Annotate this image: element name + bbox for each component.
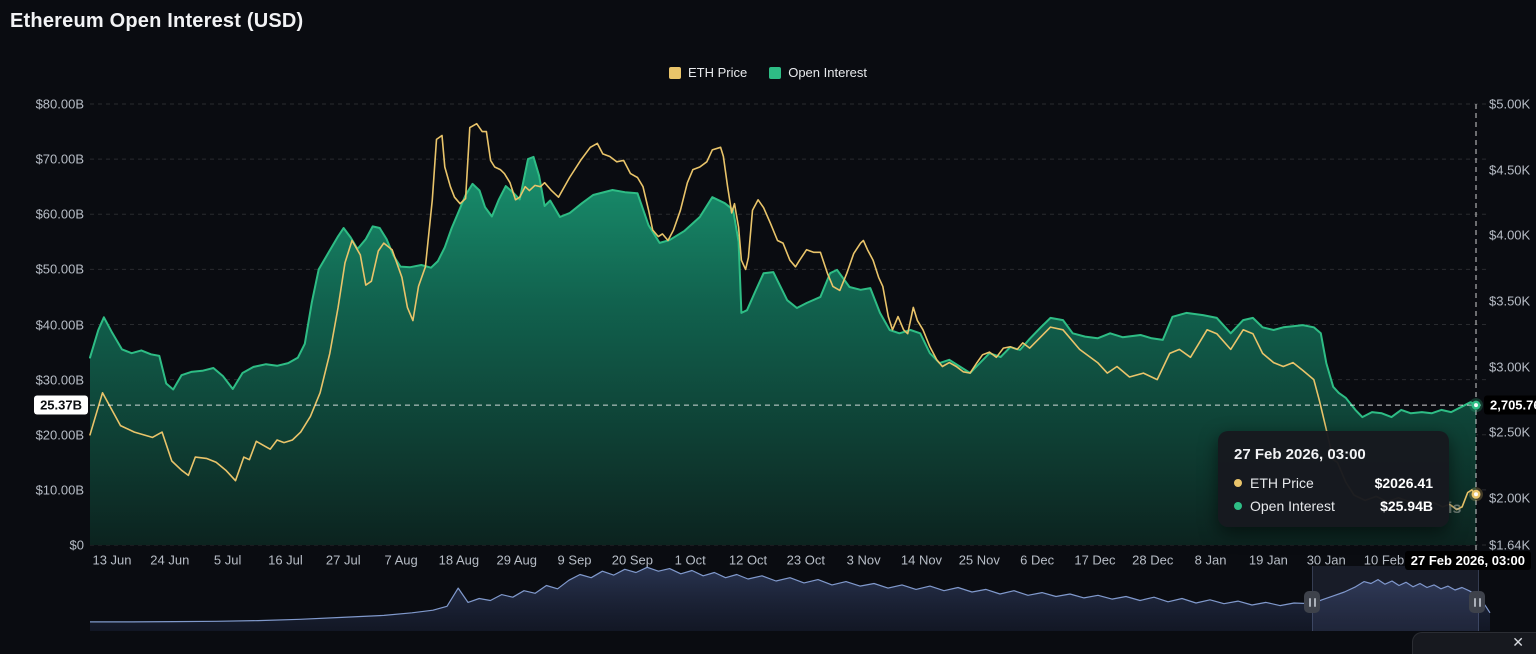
tooltip-value-open-interest: $25.94B [1380, 498, 1433, 514]
handle-grip-icon [1474, 598, 1476, 607]
x-axis-label: 24 Jun [150, 553, 189, 568]
tooltip-label-open-interest: Open Interest [1250, 498, 1335, 514]
close-icon[interactable]: ✕ [1512, 634, 1524, 651]
legend: ETH Price Open Interest [0, 65, 1536, 80]
x-axis-label: 8 Jan [1195, 553, 1227, 568]
x-axis-label: 18 Aug [439, 553, 480, 568]
tooltip-row-open-interest: Open Interest $25.94B [1234, 498, 1433, 514]
handle-grip-icon [1479, 598, 1481, 607]
x-axis-label: 29 Aug [496, 553, 537, 568]
legend-item-open-interest[interactable]: Open Interest [769, 65, 867, 80]
eth-price-swatch-icon [669, 67, 681, 79]
navigator-handle-left[interactable] [1304, 591, 1320, 613]
watermark-fragment: is [1448, 500, 1461, 518]
navigator-handle-right[interactable] [1469, 591, 1485, 613]
navigator-selection[interactable] [1312, 566, 1479, 631]
tooltip-row-eth-price: ETH Price $2026.41 [1234, 475, 1433, 491]
crosshair-oi-badge: 25.37B [34, 396, 88, 415]
legend-label-open-interest: Open Interest [788, 65, 867, 80]
navigator-chart[interactable] [90, 567, 1490, 631]
x-axis-label: 16 Jul [268, 553, 303, 568]
x-axis-label: 23 Oct [787, 553, 825, 568]
x-axis-label: 25 Nov [959, 553, 1000, 568]
x-axis-label: 5 Jul [214, 553, 241, 568]
tooltip: 27 Feb 2026, 03:00 ETH Price $2026.41 Op… [1218, 431, 1449, 527]
x-axis-label: 3 Nov [847, 553, 881, 568]
x-axis-label: 12 Oct [729, 553, 767, 568]
x-axis-label: 6 Dec [1020, 553, 1054, 568]
x-axis-label: 20 Sep [612, 553, 653, 568]
x-axis-label: 1 Oct [675, 553, 706, 568]
handle-grip-icon [1314, 598, 1316, 607]
x-axis-label: 9 Sep [558, 553, 592, 568]
x-axis-label: 27 Jul [326, 553, 361, 568]
tooltip-label-eth-price: ETH Price [1250, 475, 1314, 491]
legend-item-eth-price[interactable]: ETH Price [669, 65, 747, 80]
x-axis-label: 14 Nov [901, 553, 942, 568]
x-axis-label: 19 Jan [1249, 553, 1288, 568]
crosshair-price-badge: 2,705.76 [1484, 396, 1536, 415]
eth-price-dot-icon [1234, 479, 1242, 487]
open-interest-dot-icon [1234, 502, 1242, 510]
legend-label-eth-price: ETH Price [688, 65, 747, 80]
x-axis-label: 28 Dec [1132, 553, 1173, 568]
chart-widget: Ethereum Open Interest (USD) ETH Price O… [0, 0, 1536, 654]
open-interest-swatch-icon [769, 67, 781, 79]
x-axis-label: 13 Jun [92, 553, 131, 568]
x-axis-label: 7 Aug [384, 553, 417, 568]
tooltip-date: 27 Feb 2026, 03:00 [1234, 446, 1433, 463]
tooltip-value-eth-price: $2026.41 [1375, 475, 1433, 491]
page-title: Ethereum Open Interest (USD) [10, 10, 303, 33]
handle-grip-icon [1309, 598, 1311, 607]
crosshair-date-badge: 27 Feb 2026, 03:00 [1405, 551, 1531, 570]
bottom-notification-bar: ✕ [1412, 632, 1536, 654]
x-axis-label: 17 Dec [1074, 553, 1115, 568]
